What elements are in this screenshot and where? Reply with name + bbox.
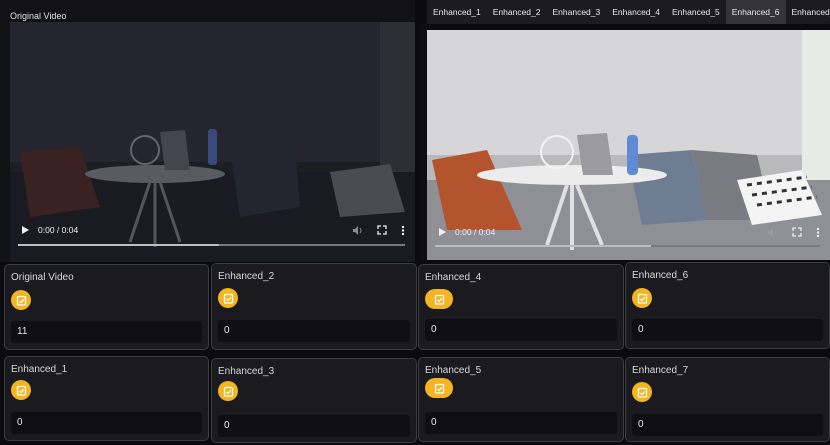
check-clipboard-icon [425, 289, 453, 309]
stat-value: 0 [431, 417, 437, 428]
check-clipboard-icon [11, 380, 31, 400]
more-vert-icon[interactable] [401, 225, 405, 236]
tab-enhanced-4[interactable]: Enhanced_4 [606, 0, 666, 24]
stat-value-field: 0 [425, 412, 617, 434]
stat-label: Enhanced_6 [632, 270, 689, 281]
play-icon[interactable] [20, 225, 30, 235]
volume-icon[interactable] [352, 225, 363, 236]
stat-value-field: 0 [632, 414, 823, 436]
check-clipboard-icon [11, 290, 31, 310]
stat-label: Enhanced_1 [11, 364, 68, 375]
enhanced-video-player[interactable]: 0:00 / 0:04 [427, 30, 830, 260]
stat-box: Enhanced_3 0 [211, 358, 417, 443]
stat-label: Enhanced_5 [425, 365, 482, 376]
original-controls: 0:00 / 0:04 [10, 219, 415, 241]
tab-enhanced-5[interactable]: Enhanced_5 [666, 0, 726, 24]
stat-value: 0 [638, 419, 644, 430]
check-clipboard-icon [218, 381, 238, 401]
tab-enhanced-7[interactable]: Enhanced_7 [786, 0, 830, 24]
stat-value-field: 0 [218, 415, 410, 437]
original-time: 0:00 / 0:04 [38, 225, 79, 235]
stat-value: 0 [638, 324, 644, 335]
tab-enhanced-2[interactable]: Enhanced_2 [487, 0, 547, 24]
original-progress-fill [18, 244, 220, 246]
stat-box: Original Video 11 [4, 264, 209, 350]
check-clipboard-icon [218, 288, 238, 308]
enhanced-tab-bar: Enhanced_1 Enhanced_2 Enhanced_3 Enhanced_4… [427, 0, 830, 24]
check-clipboard-icon [425, 378, 453, 398]
enhanced-time: 0:00 / 0:04 [455, 227, 496, 237]
tab-enhanced-1[interactable]: Enhanced_1 [427, 0, 487, 24]
stat-box: Enhanced_2 0 [211, 263, 417, 350]
fullscreen-icon[interactable] [377, 225, 387, 235]
stat-box: Enhanced_4 0 [418, 264, 624, 350]
stat-box: Enhanced_1 0 [4, 356, 209, 441]
stat-label: Enhanced_7 [632, 365, 689, 376]
stat-label: Enhanced_2 [218, 271, 275, 282]
original-video-title: Original Video [10, 11, 67, 21]
stat-value: 0 [431, 324, 437, 335]
stat-box: Enhanced_7 0 [625, 357, 830, 442]
stat-label: Enhanced_3 [218, 366, 275, 377]
stat-value: 0 [17, 417, 23, 428]
volume-icon[interactable] [767, 227, 778, 238]
stat-value: 0 [224, 325, 230, 336]
enhanced-progress-bar[interactable] [435, 245, 820, 247]
original-progress-bar[interactable] [18, 244, 405, 246]
tab-enhanced-3[interactable]: Enhanced_3 [547, 0, 607, 24]
enhanced-controls: 0:00 / 0:04 [427, 221, 830, 243]
enhanced-progress-fill [435, 245, 651, 247]
original-right-controls [352, 225, 405, 236]
stat-value-field: 0 [218, 320, 410, 342]
check-clipboard-icon [632, 288, 652, 308]
stat-label: Original Video [11, 272, 74, 283]
original-video-player[interactable]: 0:00 / 0:04 [10, 22, 415, 262]
fullscreen-icon[interactable] [792, 227, 802, 237]
stat-box: Enhanced_6 0 [625, 262, 830, 349]
check-clipboard-icon [632, 382, 652, 402]
stat-label: Enhanced_4 [425, 272, 482, 283]
stat-value-field: 0 [425, 319, 617, 341]
stat-value: 0 [224, 420, 230, 431]
stat-value-field: 11 [11, 321, 202, 343]
tab-enhanced-6[interactable]: Enhanced_6 [725, 0, 786, 24]
play-icon[interactable] [437, 227, 447, 237]
stat-box: Enhanced_5 0 [418, 357, 624, 442]
stat-value-field: 0 [632, 319, 823, 341]
enhanced-right-controls [767, 227, 820, 238]
stat-value-field: 0 [11, 412, 202, 434]
more-vert-icon[interactable] [816, 227, 820, 238]
stat-value: 11 [17, 326, 28, 337]
